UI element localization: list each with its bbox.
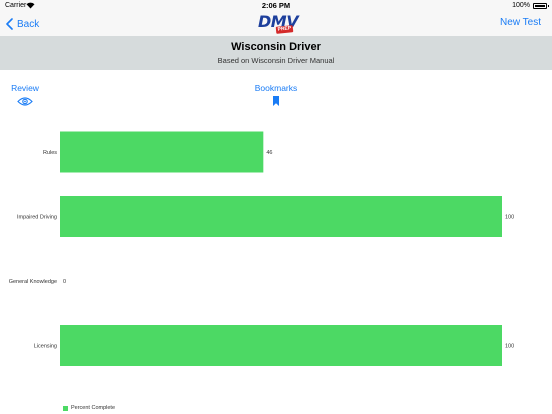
bar-chart-svg: Rules 46 Impaired Driving 100 General Knowle… xyxy=(9,131,514,366)
battery-percent: 100% xyxy=(512,2,530,9)
status-bar: Carrier 2:06 PM 100% xyxy=(0,0,552,12)
header-band: Wisconsin Driver Based on Wisconsin Driv… xyxy=(0,36,552,70)
category-label: General Knowledge xyxy=(9,279,57,285)
value-label: 46 xyxy=(266,150,272,156)
bookmarks-button[interactable]: Bookmarks xyxy=(252,83,300,106)
value-label: 100 xyxy=(505,215,514,221)
chevron-left-icon xyxy=(6,18,13,30)
value-label: 0 xyxy=(63,279,66,285)
page-subtitle: Based on Wisconsin Driver Manual xyxy=(217,56,335,65)
back-button[interactable]: Back xyxy=(6,15,39,33)
category-label: Licensing xyxy=(34,344,57,350)
review-label: Review xyxy=(11,83,39,93)
value-label: 100 xyxy=(505,344,514,350)
review-button[interactable]: Review xyxy=(11,83,39,106)
legend-swatch xyxy=(63,405,68,411)
bar xyxy=(60,131,264,173)
bookmarks-label: Bookmarks xyxy=(254,83,298,93)
bar xyxy=(60,196,502,237)
bar xyxy=(60,325,502,366)
dmv-prep-logo: DMV PREP xyxy=(258,12,299,36)
logo-badge: PREP xyxy=(275,25,294,34)
battery-icon xyxy=(533,3,549,9)
progress-chart: Rules 46 Impaired Driving 100 General Knowle… xyxy=(0,120,552,414)
navigation-bar: Back DMV PREP New Test xyxy=(0,12,552,36)
bookmark-icon xyxy=(273,96,279,106)
eye-icon xyxy=(17,97,33,106)
legend-label: Percent Complete xyxy=(71,405,116,411)
category-label: Rules xyxy=(43,150,57,156)
page-title: Wisconsin Driver xyxy=(231,41,321,53)
chart-legend: Percent Complete xyxy=(63,405,115,411)
status-time: 2:06 PM xyxy=(261,1,291,10)
new-test-button[interactable]: New Test xyxy=(500,17,541,28)
category-label: Impaired Driving xyxy=(17,215,57,221)
back-label: Back xyxy=(17,18,40,30)
